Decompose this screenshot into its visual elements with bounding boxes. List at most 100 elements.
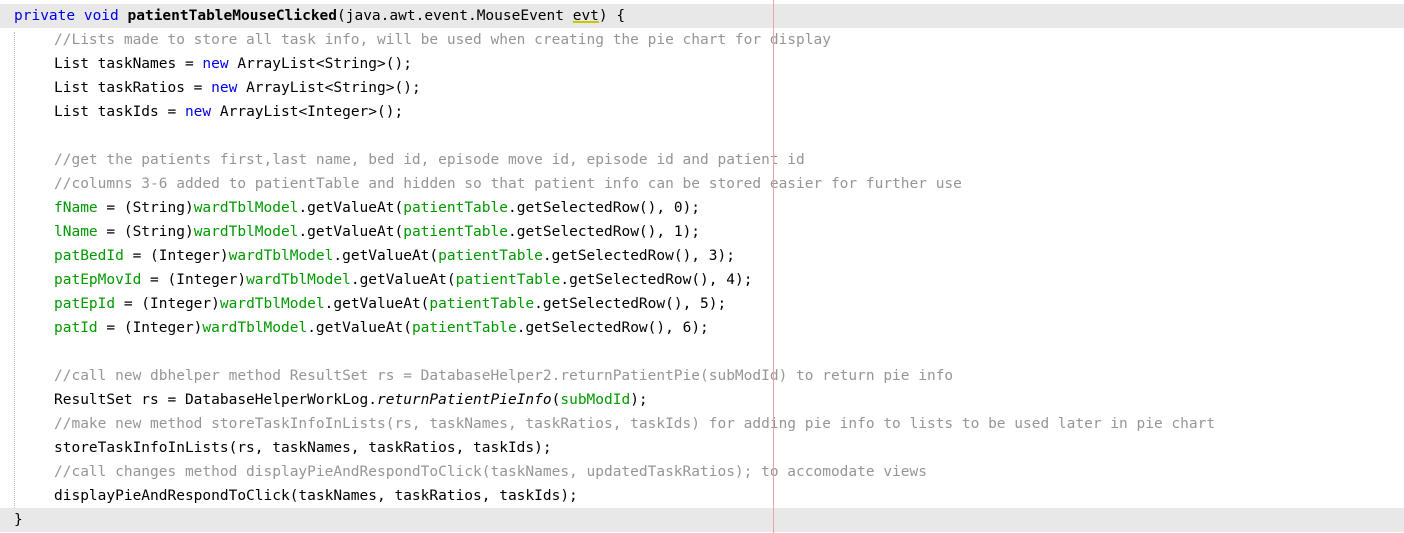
code-token: .getValueAt( [307,320,412,336]
code-token: wardTblModel [193,224,299,240]
code-comment: //make new method storeTaskInfoInLists(r… [54,416,1216,432]
code-token: List taskIds = [54,104,185,120]
code-line[interactable]: List taskNames = new ArrayList<String>()… [0,52,1404,76]
code-token: wardTblModel [193,200,299,216]
code-text: List taskNames = new ArrayList<String>()… [54,52,412,76]
code-token: wardTblModel [228,248,334,264]
code-line[interactable]: patBedId = (Integer)wardTblModel.getValu… [0,244,1404,268]
code-line[interactable] [0,340,1404,364]
code-text: storeTaskInfoInLists(rs, taskNames, task… [54,436,552,460]
code-token: subModId [560,392,631,408]
code-token: patientTableMouseClicked [127,8,338,24]
code-text: //make new method storeTaskInfoInLists(r… [54,412,1215,436]
code-token: .getSelectedRow(), 6); [516,320,709,336]
code-line-highlighted[interactable]: private void patientTableMouseClicked(ja… [0,4,1404,28]
code-line[interactable]: ResultSet rs = DatabaseHelperWorkLog.ret… [0,388,1404,412]
code-token: = (String) [97,224,194,240]
code-token: .getValueAt( [350,272,456,288]
code-keyword: new [202,56,229,72]
code-token: patientTable [455,272,561,288]
code-token: wardTblModel [246,272,351,288]
code-text: fName = (String)wardTblModel.getValueAt(… [54,196,700,220]
code-comment: //Lists made to store all task info, wil… [54,32,831,48]
code-token: = (Integer) [141,272,247,288]
code-text: patId = (Integer)wardTblModel.getValueAt… [54,316,709,340]
code-token: .getSelectedRow(), 1); [507,224,701,240]
code-token: wardTblModel [202,320,308,336]
code-line[interactable]: //call new dbhelper method ResultSet rs … [0,364,1404,388]
code-token: .getSelectedRow(), 3); [542,248,735,264]
code-line[interactable]: //Lists made to store all task info, wil… [0,28,1404,52]
code-token: List taskRatios = [54,80,212,96]
code-token: List taskNames = [54,56,203,72]
code-token: evt [572,8,599,24]
code-text: private void patientTableMouseClicked(ja… [14,4,625,28]
code-comment: //call new dbhelper method ResultSet rs … [54,368,954,384]
code-keyword: new [184,104,212,120]
code-token: patientTable [403,200,508,216]
code-line[interactable]: List taskIds = new ArrayList<Integer>(); [0,100,1404,124]
code-line[interactable]: storeTaskInfoInLists(rs, taskNames, task… [0,436,1404,460]
code-token: = (Integer) [115,296,220,312]
code-text: //Lists made to store all task info, wil… [54,28,831,52]
code-token: patientTable [403,224,508,240]
code-token: ResultSet rs = DatabaseHelperWorkLog. [54,392,378,408]
code-text: List taskIds = new ArrayList<Integer>(); [54,100,403,124]
code-token: patId [54,320,98,336]
code-token: ArrayList<String>(); [237,80,421,96]
code-comment: //call changes method displayPieAndRespo… [54,464,927,480]
code-token: ); [630,392,648,408]
code-line[interactable] [0,124,1404,148]
code-line[interactable]: fName = (String)wardTblModel.getValueAt(… [0,196,1404,220]
code-line[interactable]: displayPieAndRespondToClick(taskNames, t… [0,484,1404,508]
code-line[interactable]: List taskRatios = new ArrayList<String>(… [0,76,1404,100]
code-token: .getValueAt( [298,224,404,240]
code-text: //call new dbhelper method ResultSet rs … [54,364,953,388]
code-line[interactable]: //get the patients first,last name, bed … [0,148,1404,172]
code-line[interactable]: patEpId = (Integer)wardTblModel.getValue… [0,292,1404,316]
code-text: lName = (String)wardTblModel.getValueAt(… [54,220,700,244]
code-token: .getValueAt( [333,248,439,264]
code-token: .getSelectedRow(), 5); [534,296,727,312]
code-line[interactable]: patId = (Integer)wardTblModel.getValueAt… [0,316,1404,340]
code-token: wardTblModel [219,296,325,312]
code-token: patientTable [429,296,535,312]
code-comment: //get the patients first,last name, bed … [54,152,805,168]
code-token: = (String) [97,200,194,216]
code-line[interactable]: //call changes method displayPieAndRespo… [0,460,1404,484]
code-token: displayPieAndRespondToClick(taskNames, t… [54,488,578,504]
code-token: patEpMovId [54,272,142,288]
code-comment: //columns 3-6 added to patientTable and … [54,176,962,192]
code-token: = (Integer) [97,320,203,336]
code-line[interactable]: lName = (String)wardTblModel.getValueAt(… [0,220,1404,244]
code-text: //call changes method displayPieAndRespo… [54,460,927,484]
code-text: //get the patients first,last name, bed … [54,148,805,172]
code-token: storeTaskInfoInLists(rs, taskNames, task… [54,440,552,456]
code-keyword: new [211,80,238,96]
code-text: ResultSet rs = DatabaseHelperWorkLog.ret… [54,388,648,412]
code-token: fName [54,200,98,216]
code-line[interactable]: //make new method storeTaskInfoInLists(r… [0,412,1404,436]
code-token: ) { [598,8,626,24]
right-margin-line [773,0,774,533]
code-token: patientTable [438,248,543,264]
code-line[interactable]: //columns 3-6 added to patientTable and … [0,172,1404,196]
code-text: //columns 3-6 added to patientTable and … [54,172,962,196]
code-token: lName [54,224,98,240]
code-token: returnPatientPieInfo [377,392,552,408]
code-token: ArrayList<String>(); [228,56,412,72]
code-keyword: void [83,8,119,24]
code-line[interactable]: patEpMovId = (Integer)wardTblModel.getVa… [0,268,1404,292]
code-text: List taskRatios = new ArrayList<String>(… [54,76,421,100]
code-editor[interactable]: } displayPieAndRespondToClick(taskNames, … [0,0,1404,533]
code-token: patBedId [54,248,124,264]
code-text: } [14,508,23,532]
indent-guide [14,32,15,508]
code-token: patEpId [54,296,116,312]
code-line-highlighted[interactable]: } [0,508,1404,532]
code-text: patEpId = (Integer)wardTblModel.getValue… [54,292,726,316]
code-token: .getValueAt( [298,200,404,216]
code-token: = (Integer) [123,248,229,264]
code-token: (java.awt.event.MouseEvent [337,8,573,24]
